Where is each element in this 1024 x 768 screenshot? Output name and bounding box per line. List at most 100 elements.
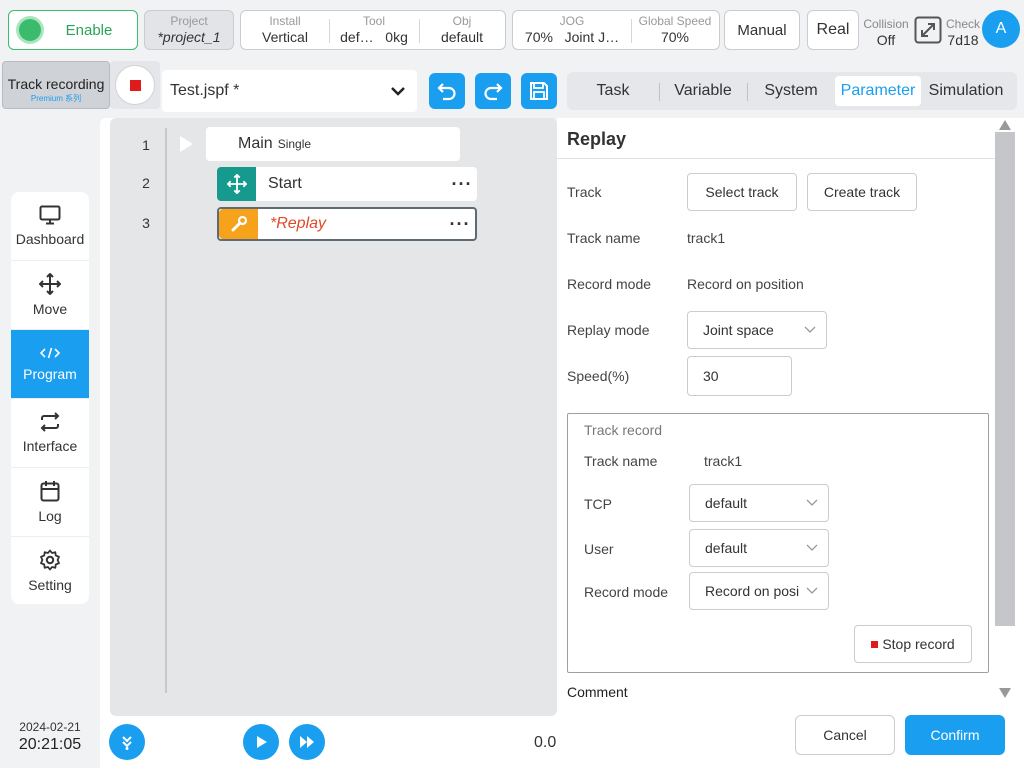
more-icon[interactable]: ··· <box>447 175 477 193</box>
collision-label: Collision <box>863 17 909 31</box>
redo-icon <box>484 83 503 101</box>
program-tree: 1 2 3 Main Single Start ··· *Replay ··· <box>110 118 557 716</box>
sidebar-item-interface[interactable]: Interface <box>11 399 89 468</box>
main-node[interactable]: Main Single <box>206 127 460 161</box>
rb-track-name-value: track1 <box>704 453 743 469</box>
play-button[interactable] <box>243 724 279 760</box>
tab-simulation[interactable]: Simulation <box>921 76 1011 106</box>
line-number: 3 <box>142 215 150 231</box>
main-node-label: Main <box>238 135 273 152</box>
start-node-label: Start <box>268 175 302 192</box>
more-icon[interactable]: ··· <box>445 215 475 233</box>
track-record-title: Track record <box>584 422 663 438</box>
node-icon-box <box>217 167 256 201</box>
check-value: 7d18 <box>947 32 979 48</box>
jog-speed-box[interactable]: JOG 70% Joint J… Global Speed 70% <box>512 10 720 50</box>
enable-button[interactable]: Enable <box>8 10 138 50</box>
replay-mode-select[interactable]: Joint space <box>687 311 827 349</box>
track-recording-label: Track recording <box>7 76 105 92</box>
fast-forward-button[interactable] <box>289 724 325 760</box>
tab-system[interactable]: System <box>747 76 835 106</box>
move-arrows-icon <box>39 273 61 295</box>
check-status[interactable]: Check 7d18 <box>944 14 982 49</box>
obj-label: Obj <box>452 14 472 28</box>
redo-button[interactable] <box>475 73 511 109</box>
sidebar-item-program[interactable]: Program <box>11 330 89 399</box>
node-icon-box <box>219 209 258 239</box>
global-speed-label: Global Speed <box>638 14 712 28</box>
manual-mode-button[interactable]: Manual <box>724 10 800 50</box>
title-divider <box>557 158 995 159</box>
user-value: default <box>705 540 748 556</box>
tool-weight: 0kg <box>385 29 408 45</box>
sidebar-item-label: Setting <box>28 577 72 593</box>
avatar[interactable]: A <box>982 10 1020 48</box>
track-recording-sub: Premium 系列 <box>30 94 82 103</box>
chevron-down-icon <box>806 587 818 594</box>
undo-button[interactable] <box>429 73 465 109</box>
panel-title: Replay <box>567 129 627 149</box>
create-track-button[interactable]: Create track <box>807 173 917 211</box>
cancel-button[interactable]: Cancel <box>795 715 895 755</box>
sidebar-item-log[interactable]: Log <box>11 468 89 537</box>
save-button[interactable] <box>521 73 557 109</box>
expand-icon[interactable] <box>914 16 942 44</box>
obj-segment[interactable]: Obj default <box>419 11 505 49</box>
replay-mode-label: Replay mode <box>567 322 650 338</box>
stop-record-button[interactable]: Stop record <box>854 625 972 663</box>
scroll-down-icon[interactable] <box>999 688 1011 698</box>
replay-mode-value: Joint space <box>703 322 774 338</box>
stop-icon <box>871 640 879 648</box>
sidebar-item-setting[interactable]: Setting <box>11 537 89 604</box>
rb-record-mode-select[interactable]: Record on posi <box>689 572 829 610</box>
stop-recording-button[interactable] <box>115 65 155 105</box>
play-marker-icon <box>180 136 193 152</box>
select-track-button[interactable]: Select track <box>687 173 797 211</box>
scroll-up-icon[interactable] <box>999 120 1011 130</box>
step-down-button[interactable] <box>109 724 145 760</box>
main-node-tag: Single <box>277 137 312 151</box>
confirm-button[interactable]: Confirm <box>905 715 1005 755</box>
track-label: Track <box>567 184 602 200</box>
monitor-icon <box>39 205 61 225</box>
date: 2024-02-21 <box>19 720 81 734</box>
sidebar-item-dashboard[interactable]: Dashboard <box>11 192 89 261</box>
project-label: Project <box>170 14 208 28</box>
replay-node[interactable]: *Replay ··· <box>217 207 477 241</box>
install-tool-obj-box[interactable]: Install Vertical Tool def… 0kg Obj defau… <box>240 10 506 50</box>
sidebar-item-label: Move <box>32 301 68 317</box>
speed-input[interactable]: 30 <box>687 356 792 396</box>
project-box[interactable]: Project *project_1 <box>144 10 234 50</box>
chevron-down-icon <box>391 87 405 96</box>
tab-variable[interactable]: Variable <box>659 76 747 106</box>
real-mode-button[interactable]: Real <box>807 10 859 50</box>
step-down-icon <box>122 736 132 750</box>
jog-segment[interactable]: JOG 70% Joint J… <box>513 11 631 49</box>
chevron-down-icon <box>806 544 818 551</box>
global-speed-segment[interactable]: Global Speed 70% <box>631 11 719 49</box>
stop-recording-button-wrap <box>110 61 160 109</box>
collision-status[interactable]: Collision Off <box>862 14 910 49</box>
tcp-select[interactable]: default <box>689 484 829 522</box>
sidebar-item-move[interactable]: Move <box>11 261 89 330</box>
time: 20:21:05 <box>18 736 82 753</box>
undo-icon <box>437 83 456 101</box>
enable-status-dot <box>19 19 41 41</box>
tool-segment[interactable]: Tool def… 0kg <box>329 11 419 49</box>
tab-task[interactable]: Task <box>567 76 659 106</box>
program-file-name: Test.jspf * <box>170 82 240 99</box>
install-segment[interactable]: Install Vertical <box>241 11 329 49</box>
tcp-label: TCP <box>584 496 612 512</box>
stop-record-label: Stop record <box>882 636 955 652</box>
code-icon <box>39 347 61 359</box>
tab-parameter[interactable]: Parameter <box>835 76 921 106</box>
program-file-select[interactable]: Test.jspf * <box>162 70 417 112</box>
scroll-thumb[interactable] <box>995 132 1015 626</box>
replay-node-label: *Replay <box>270 215 327 232</box>
record-mode-label: Record mode <box>567 276 652 292</box>
user-select[interactable]: default <box>689 529 829 567</box>
start-node[interactable]: Start ··· <box>217 167 477 201</box>
scrollbar[interactable] <box>995 118 1015 703</box>
sidebar-item-label: Interface <box>22 438 78 454</box>
chevron-down-icon <box>806 499 818 506</box>
